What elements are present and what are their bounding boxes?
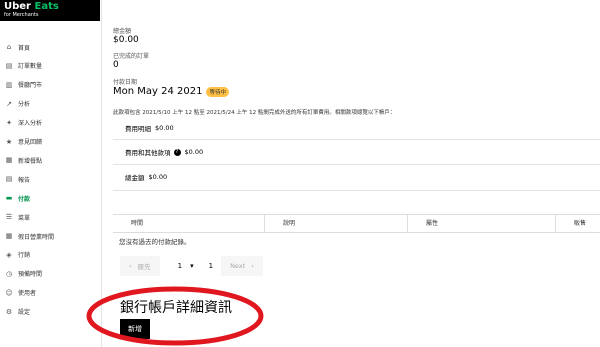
payment-notice: 此款項包含 2021/5/10 上午 12 點至 2021/5/24 上午 12… <box>113 110 396 116</box>
marketing-icon: ◈ <box>6 250 12 259</box>
column-header-attribute[interactable]: 屬性 <box>408 215 556 233</box>
sidebar-item-label: 預備時間 <box>18 271 43 279</box>
sidebar-item-15[interactable]: ⚙ 設定 <box>0 303 100 321</box>
clock-icon: ◷ <box>5 269 13 278</box>
sidebar-item-label: 設定 <box>18 309 31 317</box>
pay-date-value: Mon May 24 2021 <box>113 86 203 97</box>
divider <box>113 190 600 191</box>
sidebar-item-6[interactable]: ★ 意見回饋 <box>0 133 100 151</box>
fee-total-value: $0.00 <box>148 173 168 181</box>
next-page-button[interactable]: Next › <box>221 256 263 276</box>
brand-logo[interactable]: Uber Eats for Merchants <box>0 0 100 21</box>
sidebar-item-8[interactable]: ▤ 報告 <box>0 170 100 188</box>
report-icon: ▤ <box>5 175 13 184</box>
total-pages: 1 <box>208 262 214 270</box>
info-icon[interactable]: ? <box>173 148 181 156</box>
chevron-right-icon: › <box>251 262 254 270</box>
sidebar-item-2[interactable]: ▤ 訂單數量 <box>0 57 100 75</box>
divider <box>113 164 600 165</box>
completed-orders-value: 0 <box>113 60 119 70</box>
user-icon: ☺ <box>5 288 13 297</box>
fee-other-label: 費用和其他款項 <box>125 149 171 157</box>
sidebar-item-label: 使用者 <box>18 290 37 298</box>
fee-other-value: $0.00 <box>184 148 204 156</box>
list-icon: ☰ <box>5 213 13 222</box>
sidebar-item-1[interactable]: ⌂ 首頁 <box>0 38 100 56</box>
chart-icon: ↗ <box>6 99 12 108</box>
home-icon: ⌂ <box>6 43 12 51</box>
sidebar-item-9[interactable]: ▬ 付款 <box>0 189 100 207</box>
insights-icon: ✦ <box>6 118 12 127</box>
bank-account-title: 銀行帳戶詳細資訊 <box>120 300 232 316</box>
sidebar-item-label: 意見回饋 <box>18 139 43 146</box>
sidebar-item-label: 訂單數量 <box>18 63 43 71</box>
column-header-time[interactable]: 時間 <box>113 215 265 233</box>
previous-page-button[interactable]: ‹ 原先 <box>120 256 160 276</box>
sidebar-item-label: 假日營業時間 <box>18 233 55 241</box>
brand-title: Uber Eats <box>4 1 59 12</box>
payments-table-header: 時間 說明 屬性 販售 <box>113 215 600 233</box>
fee-other-row: 費用和其他款項 ? $0.00 <box>125 147 203 157</box>
sidebar-item-7[interactable]: ▦ 新增餐點 <box>0 151 100 169</box>
caret-down-icon: ▾ <box>190 262 194 270</box>
sidebar-item-label: 分析 <box>18 101 31 109</box>
pay-date-row: Mon May 24 2021 等待中 <box>113 86 229 97</box>
sidebar-item-label: 深入分析 <box>18 120 43 128</box>
sidebar: Uber Eats for Merchants ⌂ 首頁 ▤ 訂單數量 ▥ 餐廳門市 ↗ 分析… <box>0 0 100 347</box>
sidebar-item-label: 餐廳門市 <box>18 82 43 90</box>
brand-subtitle: for Merchants <box>4 12 39 18</box>
sidebar-item-label: 首頁 <box>18 44 31 52</box>
previous-page-label: 原先 <box>137 263 151 271</box>
sidebar-item-14[interactable]: ☺ 使用者 <box>0 284 100 302</box>
next-page-label: Next <box>230 262 246 270</box>
fee-detail-label: 費用明細 <box>125 125 151 133</box>
gear-icon: ⚙ <box>5 307 13 316</box>
column-header-description[interactable]: 說明 <box>265 215 408 233</box>
orders-icon: ▤ <box>5 61 13 70</box>
chevron-left-icon: ‹ <box>129 262 132 270</box>
feedback-icon: ★ <box>5 137 13 146</box>
sidebar-item-13[interactable]: ◷ 預備時間 <box>0 265 100 283</box>
sidebar-item-label: 菜單 <box>18 214 31 222</box>
status-badge: 等待中 <box>206 86 229 97</box>
store-icon: ▥ <box>5 80 13 89</box>
pagination: ‹ 原先 1 ▾ 1 Next › <box>120 256 263 276</box>
sidebar-item-10[interactable]: ☰ 菜單 <box>0 208 100 226</box>
pay-date-label: 付款日期 <box>113 79 138 86</box>
fee-detail-value: $0.00 <box>155 124 174 132</box>
sidebar-item-label: 新增餐點 <box>18 157 43 165</box>
sidebar-item-4[interactable]: ↗ 分析 <box>0 95 100 113</box>
empty-table-message: 您沒有過去的付款紀錄。 <box>119 238 191 246</box>
main-content: 總金額 $0.00 已完成的訂單 0 付款日期 Mon May 24 2021 … <box>102 0 600 347</box>
total-label: 總金額 <box>113 28 132 35</box>
fee-total-row: 總金額 $0.00 <box>125 172 167 182</box>
fee-total-label: 總金額 <box>125 174 145 182</box>
column-header-sales[interactable]: 販售 <box>556 215 600 233</box>
calendar-icon: ▦ <box>5 232 13 240</box>
sidebar-item-label: 行銷 <box>18 252 31 260</box>
sidebar-item-5[interactable]: ✦ 深入分析 <box>0 114 100 132</box>
completed-orders-label: 已完成的訂單 <box>113 53 150 60</box>
payments-page: Uber Eats for Merchants ⌂ 首頁 ▤ 訂單數量 ▥ 餐廳門市 ↗ 分析… <box>0 0 600 347</box>
fee-detail-row: 費用明細 $0.00 <box>125 123 174 133</box>
sidebar-item-11[interactable]: ▦ 假日營業時間 <box>0 227 100 245</box>
sidebar-item-label: 報告 <box>18 176 31 184</box>
page-select-value: 1 <box>177 262 183 270</box>
menu-icon: ▦ <box>5 156 13 165</box>
add-bank-account-button[interactable]: 新增 <box>120 319 150 339</box>
sidebar-item-3[interactable]: ▥ 餐廳門市 <box>0 76 100 94</box>
sidebar-item-label: 付款 <box>18 195 31 203</box>
payment-icon: ▬ <box>5 194 13 203</box>
total-value: $0.00 <box>113 35 139 45</box>
sidebar-item-12[interactable]: ◈ 行銷 <box>0 246 100 264</box>
page-select[interactable]: 1 ▾ <box>178 262 194 270</box>
divider <box>113 139 600 140</box>
